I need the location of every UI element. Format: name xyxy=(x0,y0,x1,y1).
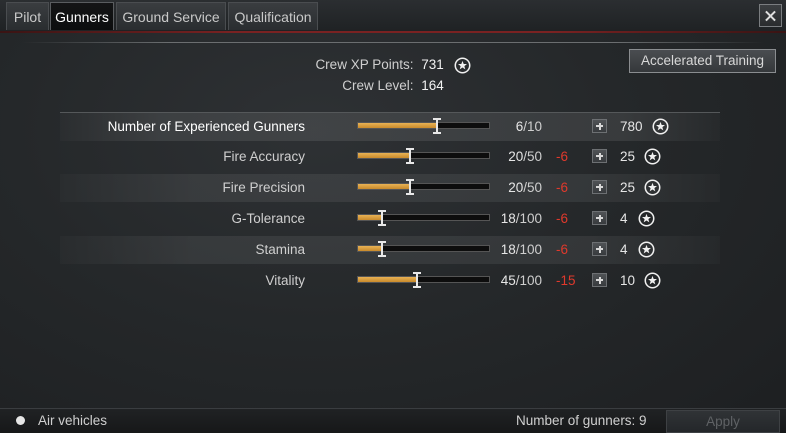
skill-progress-bar xyxy=(357,179,490,195)
skill-progress-fill xyxy=(358,277,417,282)
star-icon xyxy=(638,241,655,258)
skill-cost: 10 xyxy=(620,273,636,288)
skill-progress-fill xyxy=(358,123,437,128)
skill-name: Stamina xyxy=(255,242,305,257)
skill-cost: 4 xyxy=(620,211,628,226)
skill-progress-bar xyxy=(357,272,490,288)
crew-level-value: 164 xyxy=(421,78,444,93)
skill-value: 6/10 xyxy=(516,119,542,134)
plus-icon[interactable] xyxy=(592,242,607,256)
skill-delta: -6 xyxy=(556,211,569,226)
slider-handle-icon[interactable] xyxy=(405,147,415,164)
skill-name: Number of Experienced Gunners xyxy=(107,119,305,134)
skill-current-value: 20 xyxy=(508,180,524,195)
close-icon[interactable] xyxy=(759,4,782,27)
tab-ground-service[interactable]: Ground Service xyxy=(116,2,226,30)
skill-delta: -6 xyxy=(556,242,569,257)
skill-value: 18/100 xyxy=(501,242,542,257)
tab-gunners[interactable]: Gunners xyxy=(50,2,114,30)
accelerated-training-button[interactable]: Accelerated Training xyxy=(629,49,776,73)
plus-icon[interactable] xyxy=(592,119,607,133)
skill-cost: 25 xyxy=(620,149,636,164)
skill-name: Fire Precision xyxy=(222,180,305,195)
skill-row: Fire Accuracy 20/50 -6 25 xyxy=(60,143,720,171)
skill-name: Fire Accuracy xyxy=(223,149,305,164)
slider-handle-icon[interactable] xyxy=(377,240,387,257)
radio-dot-icon[interactable] xyxy=(16,416,25,425)
slider-handle-icon[interactable] xyxy=(412,271,422,288)
skill-name: Vitality xyxy=(265,273,305,288)
skill-progress-fill xyxy=(358,184,411,189)
skill-max-value: /100 xyxy=(515,242,542,257)
skill-max-value: /50 xyxy=(523,149,542,164)
tab-qualification[interactable]: Qualification xyxy=(228,2,318,30)
skill-max-value: /100 xyxy=(515,273,542,288)
tab-bar: Pilot Gunners Ground Service Qualificati… xyxy=(0,0,786,32)
skill-cost: 25 xyxy=(620,180,636,195)
slider-handle-icon[interactable] xyxy=(405,178,415,195)
star-icon xyxy=(652,118,669,135)
plus-icon[interactable] xyxy=(592,273,607,287)
crew-xp-label: Crew XP Points: xyxy=(315,57,414,73)
skill-value: 45/100 xyxy=(501,273,542,288)
plus-icon[interactable] xyxy=(592,149,607,163)
skill-current-value: 18 xyxy=(500,242,516,257)
footer-bar: Air vehicles Number of gunners: 9 Apply xyxy=(0,408,786,433)
skill-max-value: /10 xyxy=(523,119,542,134)
star-icon xyxy=(644,179,661,196)
gunners-count-label: Number of gunners: 9 xyxy=(516,413,647,428)
skill-value: 20/50 xyxy=(508,149,542,164)
skill-value: 18/100 xyxy=(501,211,542,226)
star-icon xyxy=(454,57,471,74)
skill-max-value: /50 xyxy=(523,180,542,195)
skill-current-value: 18 xyxy=(500,211,516,226)
skill-value: 20/50 xyxy=(508,180,542,195)
skill-current-value: 20 xyxy=(508,149,524,164)
vehicle-type-label: Air vehicles xyxy=(38,413,108,428)
skill-row: G-Tolerance 18/100 -6 4 xyxy=(60,205,720,233)
star-icon xyxy=(638,210,655,227)
skill-cost: 780 xyxy=(620,119,643,134)
crew-xp-value: 731 xyxy=(421,57,444,73)
tab-pilot[interactable]: Pilot xyxy=(6,2,49,30)
skill-delta: -6 xyxy=(556,180,569,195)
skill-name: G-Tolerance xyxy=(231,211,305,226)
skill-row: Fire Precision 20/50 -6 25 xyxy=(60,174,720,202)
skill-progress-bar xyxy=(357,148,490,164)
skill-progress-bar xyxy=(357,118,490,134)
crew-window: Pilot Gunners Ground Service Qualificati… xyxy=(0,0,786,433)
plus-icon[interactable] xyxy=(592,180,607,194)
star-icon xyxy=(644,272,661,289)
skill-progress-fill xyxy=(358,153,411,158)
skill-delta: -6 xyxy=(556,149,569,164)
skill-row: Stamina 18/100 -6 4 xyxy=(60,236,720,264)
slider-handle-icon[interactable] xyxy=(432,117,442,134)
skill-row: Number of Experienced Gunners 6/10 780 xyxy=(60,112,720,141)
skill-cost: 4 xyxy=(620,242,628,257)
skill-progress-bar xyxy=(357,210,490,226)
apply-button[interactable]: Apply xyxy=(666,410,780,433)
slider-handle-icon[interactable] xyxy=(377,209,387,226)
crew-level-row: Crew Level: 164 xyxy=(0,78,786,93)
skill-max-value: /100 xyxy=(515,211,542,226)
skill-current-value: 45 xyxy=(500,273,516,288)
tab-divider xyxy=(0,31,786,33)
header-divider xyxy=(22,42,764,43)
crew-level-label: Crew Level: xyxy=(342,78,414,93)
skill-delta: -15 xyxy=(556,273,576,288)
skill-row: Vitality 45/100 -15 10 xyxy=(60,267,720,295)
plus-icon[interactable] xyxy=(592,211,607,225)
skill-progress-bar xyxy=(357,241,490,257)
star-icon xyxy=(644,148,661,165)
